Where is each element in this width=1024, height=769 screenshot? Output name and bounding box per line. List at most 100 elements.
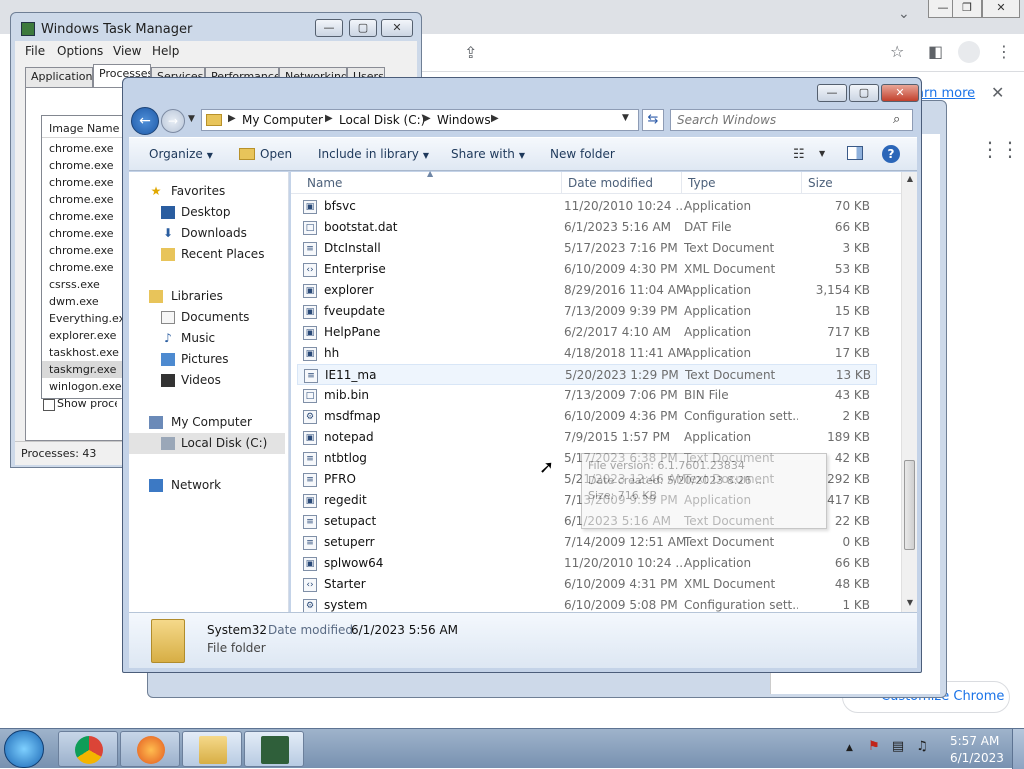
include-in-library-button[interactable]: Include in library ▼ (318, 147, 429, 161)
clock-date[interactable]: 6/1/2023 (950, 751, 1004, 765)
menu-icon[interactable]: ⋮ (996, 42, 1012, 61)
show-all-processes-checkbox[interactable] (43, 399, 55, 411)
process-row[interactable]: taskhost.exe (42, 344, 132, 361)
search-box[interactable]: ⌕ (670, 109, 913, 131)
share-icon[interactable]: ⇪ (464, 43, 477, 62)
process-row[interactable]: chrome.exe (42, 140, 132, 157)
apps-grid-icon[interactable]: ⋮⋮⋮ (980, 137, 1024, 161)
process-row[interactable]: csrss.exe (42, 276, 132, 293)
process-row[interactable]: chrome.exe (42, 225, 132, 242)
forward-button[interactable]: → (161, 109, 185, 133)
show-hidden-icons[interactable]: ▲ (846, 743, 853, 753)
process-row[interactable]: chrome.exe (42, 191, 132, 208)
address-bar[interactable]: ▶ My Computer ▶ Local Disk (C:) ▶ Window… (201, 109, 639, 131)
process-row[interactable]: chrome.exe (42, 259, 132, 276)
process-row[interactable]: dwm.exe (42, 293, 132, 310)
explorer-close-button[interactable]: ✕ (881, 84, 919, 102)
chevron-right-icon[interactable]: ▶ (423, 113, 431, 124)
file-row[interactable]: ⚙ msdfmap 6/10/2009 4:36 PM Configuration s… (297, 406, 877, 427)
nav-videos[interactable]: Videos (129, 370, 285, 391)
address-history-dropdown-icon[interactable]: ▼ (622, 113, 629, 123)
chevron-right-icon[interactable]: ▶ (491, 113, 499, 124)
file-row[interactable]: □ bootstat.dat 6/1/2023 5:16 AM DAT File 66 … (297, 217, 877, 238)
nav-favorites[interactable]: ★ Favorites (129, 181, 285, 202)
change-view-icon[interactable]: ☷ (793, 147, 805, 162)
refresh-button[interactable]: ⇆ (642, 109, 664, 131)
action-center-icon[interactable]: ⚑ (866, 739, 882, 755)
file-row[interactable]: ▣ notepad 7/9/2015 1:57 PM Application 189 K… (297, 427, 877, 448)
taskbar-chrome[interactable] (58, 731, 118, 767)
organize-button[interactable]: Organize ▼ (149, 147, 213, 161)
nav-recent-places[interactable]: Recent Places (129, 244, 285, 265)
help-icon[interactable]: ? (882, 145, 900, 163)
process-list[interactable]: Image Name chrome.exe chrome.exe chrome.ex… (41, 115, 134, 399)
file-row[interactable]: ≡ IE11_ma 5/20/2023 1:29 PM Text Document 13… (297, 364, 877, 385)
column-divider[interactable] (681, 172, 682, 194)
nav-desktop[interactable]: Desktop (129, 202, 285, 223)
sidepanel-icon[interactable]: ◧ (928, 42, 943, 61)
file-row[interactable]: ▣ HelpPane 6/2/2017 4:10 AM Application 717 … (297, 322, 877, 343)
view-options-dropdown-icon[interactable]: ▼ (819, 149, 825, 158)
column-type[interactable]: Type (688, 176, 716, 190)
scrollbar-thumb[interactable] (904, 460, 915, 550)
back-button[interactable]: ← (131, 107, 159, 135)
process-row[interactable]: taskmgr.exe (42, 361, 132, 378)
file-row[interactable]: ≡ DtcInstall 5/17/2023 7:16 PM Text Documen… (297, 238, 877, 259)
show-desktop-button[interactable] (1012, 729, 1024, 769)
nav-music[interactable]: ♪ Music (129, 328, 285, 349)
file-row[interactable]: □ mib.bin 7/13/2009 7:06 PM BIN File 43 KB (297, 385, 877, 406)
new-folder-button[interactable]: New folder (550, 147, 615, 161)
scroll-down-icon[interactable]: ▼ (902, 598, 918, 607)
explorer-maximize-button[interactable]: ▢ (849, 84, 879, 102)
close-infobar-icon[interactable]: ✕ (991, 83, 1004, 102)
file-row[interactable]: ▣ splwow64 11/20/2010 10:24 ... Application… (297, 553, 877, 574)
file-row[interactable]: ‹› Starter 6/10/2009 4:31 PM XML Document 48… (297, 574, 877, 595)
file-row[interactable]: ▣ hh 4/18/2018 11:41 AM Application 17 KB (297, 343, 877, 364)
open-button[interactable]: Open (260, 147, 292, 161)
chrome-restore-button[interactable]: ❐ (952, 0, 982, 18)
start-button[interactable] (4, 730, 44, 768)
scroll-up-icon[interactable]: ▲ (902, 174, 918, 183)
menu-help[interactable]: Help (152, 44, 179, 58)
star-icon[interactable]: ☆ (890, 42, 904, 61)
tab-search-button[interactable]: ⌄ (898, 6, 910, 22)
column-size[interactable]: Size (808, 176, 833, 190)
menu-view[interactable]: View (113, 44, 141, 58)
process-row[interactable]: chrome.exe (42, 174, 132, 191)
chrome-close-button[interactable]: ✕ (982, 0, 1020, 18)
nav-libraries[interactable]: Libraries (129, 286, 285, 307)
process-row[interactable]: winlogon.exe (42, 378, 132, 395)
process-row[interactable]: Everything.exe (42, 310, 132, 327)
column-image-name[interactable]: Image Name (42, 116, 134, 138)
network-tray-icon[interactable]: ▤ (890, 739, 906, 755)
clock-time[interactable]: 5:57 AM (950, 734, 999, 748)
taskbar-explorer[interactable] (182, 731, 242, 767)
nav-my-computer[interactable]: My Computer (129, 412, 285, 433)
taskbar-task-manager[interactable] (244, 731, 304, 767)
nav-pictures[interactable]: Pictures (129, 349, 285, 370)
file-row[interactable]: ‹› Enterprise 6/10/2009 4:30 PM XML Documen… (297, 259, 877, 280)
nav-documents[interactable]: Documents (129, 307, 285, 328)
vertical-scrollbar[interactable]: ▲ ▼ (901, 172, 917, 612)
process-row[interactable]: chrome.exe (42, 157, 132, 174)
process-row[interactable]: explorer.exe (42, 327, 132, 344)
process-row[interactable]: chrome.exe (42, 242, 132, 259)
learn-more-link[interactable]: arn more (916, 86, 975, 101)
profile-icon[interactable] (958, 41, 980, 63)
menu-file[interactable]: File (25, 44, 45, 58)
breadcrumb-local-disk[interactable]: Local Disk (C:) (339, 113, 425, 127)
preview-pane-icon[interactable] (847, 146, 863, 160)
volume-muted-icon[interactable]: ♫ (914, 739, 930, 755)
column-divider[interactable] (561, 172, 562, 194)
file-row[interactable]: ≡ setuperr 7/14/2009 12:51 AM Text Document… (297, 532, 877, 553)
breadcrumb-my-computer[interactable]: My Computer (242, 113, 323, 127)
menu-options[interactable]: Options (57, 44, 103, 58)
nav-network[interactable]: Network (129, 475, 285, 496)
column-name[interactable]: Name (307, 176, 342, 190)
breadcrumb-windows[interactable]: Windows (437, 113, 491, 127)
column-date-modified[interactable]: Date modified (568, 176, 653, 190)
share-with-button[interactable]: Share with ▼ (451, 147, 525, 161)
recent-pages-dropdown-icon[interactable]: ▼ (188, 114, 195, 124)
nav-downloads[interactable]: ⬇ Downloads (129, 223, 285, 244)
file-row[interactable]: ▣ explorer 8/29/2016 11:04 AM Application 3,… (297, 280, 877, 301)
